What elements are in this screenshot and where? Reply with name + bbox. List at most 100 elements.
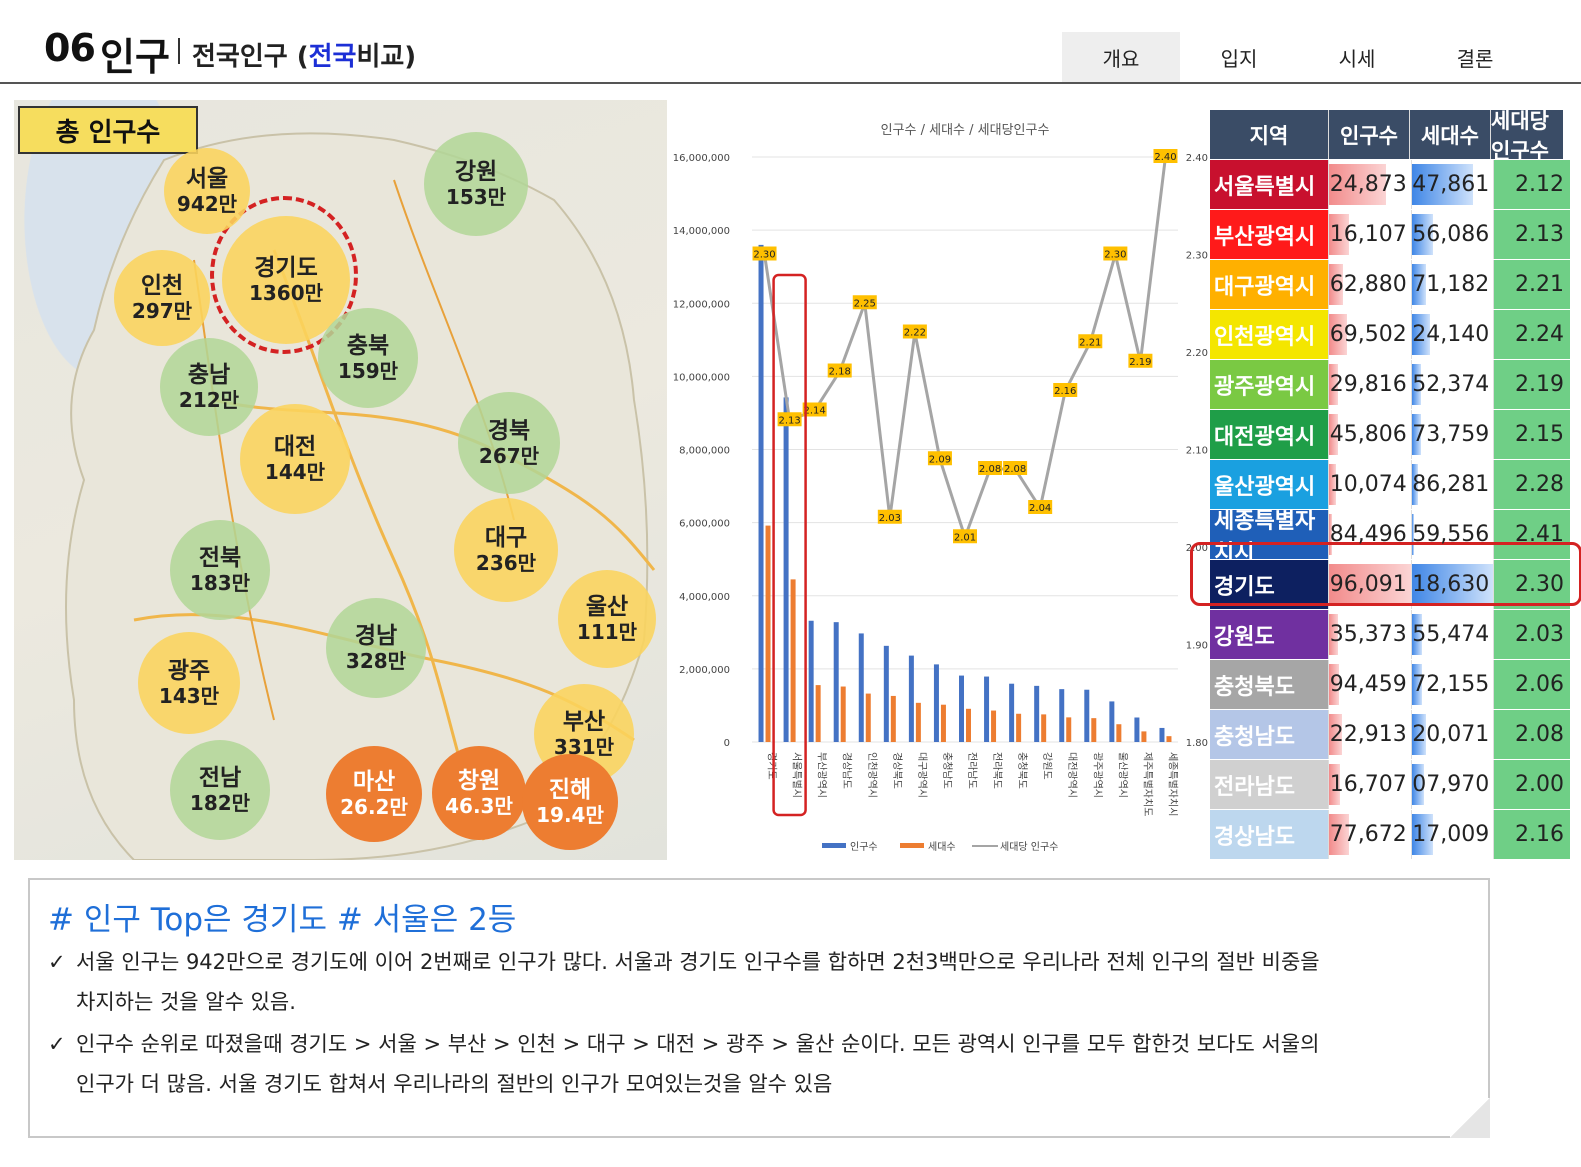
- cell-region: 부산광역시: [1210, 210, 1329, 259]
- bar-households: [1016, 713, 1022, 742]
- x-tick-label: 충청북도: [1016, 752, 1028, 789]
- bar-population: [808, 620, 814, 742]
- tab-location[interactable]: 입지: [1180, 32, 1298, 82]
- ratio-line: [763, 156, 1167, 542]
- region-population: 183만: [189, 570, 251, 595]
- cell-text: 13,596,091: [1329, 572, 1407, 597]
- table-row: 대구광역시2,362,8801,071,182 2.21: [1210, 260, 1570, 310]
- x-tick-label: 제주특별자치도: [1141, 752, 1153, 816]
- region-name: 강원: [454, 159, 498, 186]
- note-bullet-2: ✓ 인구수 순위로 따졌을때 경기도 > 서울 > 부산 > 인천 > 대구 > …: [48, 1024, 1319, 1104]
- bar-population: [883, 645, 889, 742]
- cell-region: 인천광역시: [1210, 310, 1329, 359]
- region-bubble: 대전 144만: [240, 404, 350, 514]
- bar-households: [1066, 717, 1072, 742]
- x-tick-label: 광주광역시: [1091, 752, 1103, 798]
- cell-text: 486,281: [1412, 472, 1490, 497]
- cell-text: 4,447,861: [1412, 172, 1490, 197]
- region-population: 159만: [337, 358, 399, 383]
- subtitle-suffix: 비교): [356, 42, 417, 72]
- note-bullet-1-line-2: 차지하는 것을 알수 있음.: [76, 990, 296, 1014]
- note-heading: # 인구 Top은 경기도 # 서울은 2등: [48, 902, 517, 938]
- cell-population: 9,424,873: [1328, 160, 1411, 209]
- ratio-data-label: 2.03: [879, 513, 901, 524]
- cell-text: 907,970: [1412, 772, 1490, 797]
- legend-swatch: [822, 843, 846, 848]
- cell-text: 3,316,107: [1329, 222, 1407, 247]
- table-row: 충청북도1,594,459772,155 2.06: [1210, 660, 1570, 710]
- x-tick-label: 전라북도: [991, 752, 1003, 789]
- table-row: 강원도1,535,373755,474 2.03: [1210, 610, 1570, 660]
- bar-households: [966, 708, 971, 742]
- cell-ratio: 2.03: [1493, 610, 1570, 659]
- bar-population: [1159, 727, 1165, 742]
- y2-tick-label: 1.80: [1186, 738, 1208, 749]
- bar-households: [940, 704, 946, 742]
- bar-population: [1009, 683, 1015, 742]
- chart-title: 인구수 / 세대수 / 세대당인구수: [881, 123, 1050, 138]
- x-tick-label: 세종특별자치시: [1166, 752, 1178, 816]
- x-tick-label: 경상남도: [841, 752, 854, 789]
- bar-households: [1041, 714, 1047, 742]
- x-tick-label: 울산광역시: [1116, 752, 1128, 798]
- region-population: 328만: [345, 648, 407, 673]
- cell-text: 1,445,806: [1329, 422, 1407, 447]
- cell-text: 1,535,373: [1329, 622, 1407, 647]
- cell-population: 3,316,107: [1328, 210, 1411, 259]
- region-name: 진해: [548, 777, 592, 804]
- region-population: 111만: [576, 619, 638, 644]
- subtitle-prefix: 전국인구 (: [192, 42, 309, 72]
- note-bullet-1-line-1: 서울 인구는 942만으로 경기도에 이어 2번째로 인구가 많다. 서울과 경…: [76, 950, 1320, 974]
- cell-ratio: 2.15: [1493, 410, 1570, 459]
- cell-households: 1,020,071: [1410, 710, 1494, 759]
- section-number: 06: [44, 26, 96, 70]
- region-name: 울산: [585, 594, 629, 621]
- cell-text: 1,594,459: [1329, 672, 1407, 697]
- cell-population: 2,969,502: [1328, 310, 1411, 359]
- tab-price[interactable]: 시세: [1298, 32, 1416, 82]
- cell-region: 울산광역시: [1210, 460, 1329, 509]
- ratio-data-label: 2.25: [854, 298, 876, 309]
- bar-households: [1166, 736, 1172, 742]
- cell-region: 경상남도: [1210, 810, 1329, 859]
- cell-text: 2.15: [1515, 422, 1564, 447]
- region-bubble: 충남 212만: [160, 338, 258, 436]
- bar-households: [890, 695, 896, 742]
- population-chart: 인구수 / 세대수 / 세대당인구수 0 2,000,000 4,000,000 6,0…: [673, 123, 1208, 853]
- cell-region: 충청남도: [1210, 710, 1329, 759]
- tab-overview[interactable]: 개요: [1062, 32, 1180, 82]
- ratio-data-label: 2.04: [1029, 503, 1051, 514]
- cell-households: 907,970: [1410, 760, 1494, 809]
- y2-tick-label: 1.90: [1186, 641, 1208, 652]
- bar-population: [908, 655, 914, 742]
- header-households: 세대수: [1409, 110, 1490, 159]
- region-population: 942만: [176, 191, 238, 216]
- bar-population: [1109, 701, 1115, 742]
- korea-population-map: 총 인구수 서울 942만 강원 153만 인천 297만 경기도 1360만 충북 159만 충남…: [14, 100, 667, 860]
- cell-households: 486,281: [1410, 460, 1494, 509]
- ratio-data-label: 2.09: [929, 454, 951, 465]
- cell-households: 652,374: [1410, 360, 1494, 409]
- region-population: 236만: [475, 550, 537, 575]
- y-tick-label: 10,000,000: [673, 372, 730, 383]
- cell-ratio: 2.19: [1493, 360, 1570, 409]
- y2-tick-label: 2.40: [1186, 153, 1208, 164]
- bar-population: [783, 397, 789, 742]
- tab-conclusion[interactable]: 결론: [1416, 32, 1534, 82]
- bar-households: [991, 710, 997, 742]
- cell-population: 1,594,459: [1328, 660, 1411, 709]
- population-table: 지역 인구수 세대수 세대당인구수 서울특별시9,424,8734,447,86…: [1210, 110, 1570, 860]
- cell-text: 1,020,071: [1412, 722, 1490, 747]
- bar-population: [758, 244, 764, 742]
- cell-text: 2.28: [1515, 472, 1564, 497]
- y-tick-label: 16,000,000: [673, 153, 730, 164]
- note-bullet-1: ✓ 서울 인구는 942만으로 경기도에 이어 2번째로 인구가 많다. 서울과 …: [48, 942, 1320, 1022]
- cell-text: 2.19: [1515, 372, 1564, 397]
- region-name: 전북: [198, 545, 242, 572]
- cell-ratio: 2.06: [1493, 660, 1570, 709]
- subtitle-highlight: 전국: [308, 42, 357, 72]
- table-header-row: 지역 인구수 세대수 세대당인구수: [1210, 110, 1570, 160]
- cell-text: 1,556,086: [1412, 222, 1490, 247]
- ratio-data-label: 2.08: [1004, 464, 1026, 475]
- cell-ratio: 2.13: [1493, 210, 1570, 259]
